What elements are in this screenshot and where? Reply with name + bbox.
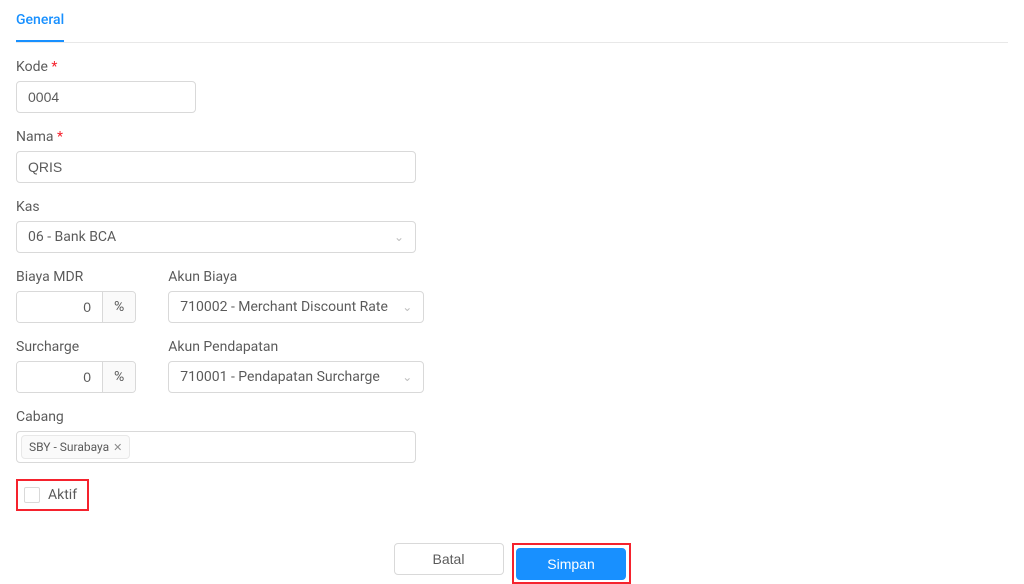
nama-input[interactable]	[16, 151, 416, 183]
cabang-tag: SBY - Surabaya ✕	[21, 435, 130, 459]
kode-input[interactable]	[16, 81, 196, 113]
akun-pendapatan-value: 710001 - Pendapatan Surcharge	[180, 369, 380, 385]
chevron-down-icon: ⌄	[402, 301, 412, 313]
percent-addon: %	[102, 362, 135, 392]
close-icon[interactable]: ✕	[113, 442, 122, 453]
save-button[interactable]: Simpan	[516, 548, 626, 580]
akun-biaya-value: 710002 - Merchant Discount Rate	[180, 299, 388, 315]
tab-general[interactable]: General	[16, 0, 64, 42]
cancel-button[interactable]: Batal	[394, 543, 504, 575]
akun-biaya-select[interactable]: 710002 - Merchant Discount Rate ⌄	[168, 291, 424, 323]
tabs-bar: General	[16, 0, 1008, 43]
label-nama: Nama	[16, 129, 1008, 145]
label-surcharge: Surcharge	[16, 339, 136, 355]
biaya-mdr-group: %	[16, 291, 136, 323]
biaya-mdr-input[interactable]	[17, 292, 102, 322]
form-body: Kode Nama Kas 06 - Bank BCA ⌄ Biaya MDR …	[16, 59, 1008, 527]
label-biaya-mdr: Biaya MDR	[16, 269, 136, 285]
save-highlight: Simpan	[512, 543, 631, 584]
kas-select-value: 06 - Bank BCA	[28, 229, 116, 245]
cabang-multiselect[interactable]: SBY - Surabaya ✕	[16, 431, 416, 463]
label-cabang: Cabang	[16, 409, 1008, 425]
aktif-label: Aktif	[48, 487, 77, 503]
label-akun-pendapatan: Akun Pendapatan	[168, 339, 424, 355]
percent-addon: %	[102, 292, 135, 322]
chevron-down-icon: ⌄	[394, 231, 404, 243]
label-kas: Kas	[16, 199, 1008, 215]
kas-select[interactable]: 06 - Bank BCA ⌄	[16, 221, 416, 253]
cabang-tag-label: SBY - Surabaya	[29, 441, 109, 453]
surcharge-input[interactable]	[17, 362, 102, 392]
footer-actions: Batal Simpan	[16, 527, 1008, 584]
aktif-checkbox-wrap[interactable]: Aktif	[16, 479, 89, 511]
label-kode: Kode	[16, 59, 1008, 75]
akun-pendapatan-select[interactable]: 710001 - Pendapatan Surcharge ⌄	[168, 361, 424, 393]
surcharge-group: %	[16, 361, 136, 393]
aktif-checkbox[interactable]	[24, 487, 40, 503]
chevron-down-icon: ⌄	[402, 371, 412, 383]
label-akun-biaya: Akun Biaya	[168, 269, 424, 285]
